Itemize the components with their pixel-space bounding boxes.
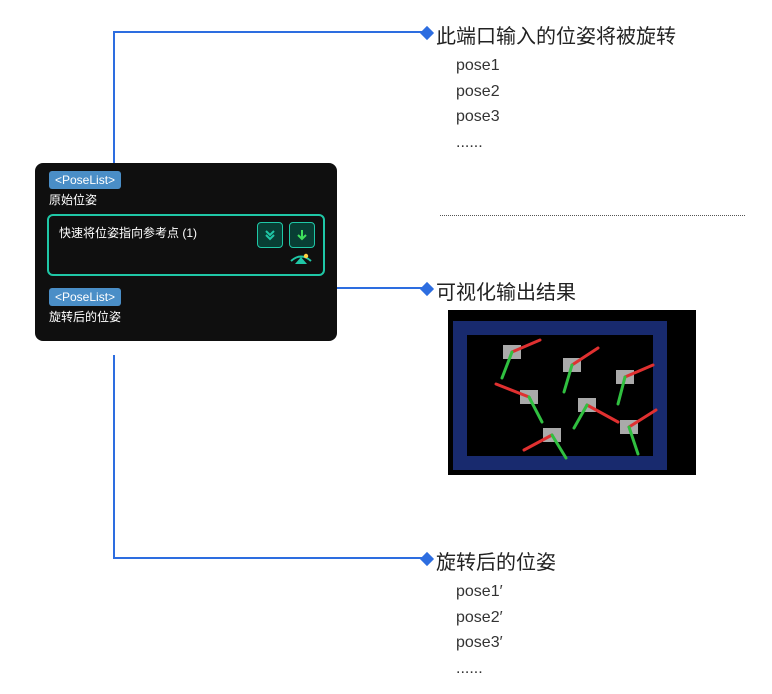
- callout-input-list: pose1 pose2 pose3 ......: [456, 53, 676, 155]
- diamond-icon: [420, 26, 434, 40]
- eye-icon: [289, 250, 313, 268]
- arrow-down-icon: [295, 228, 309, 242]
- list-item: pose3: [456, 104, 676, 130]
- diamond-icon: [420, 552, 434, 566]
- callout-output-list: pose1′ pose2′ pose3′ ......: [456, 579, 556, 681]
- list-item: pose2′: [456, 605, 556, 631]
- connector-line: [113, 31, 115, 171]
- callout-output-title: 旋转后的位姿: [436, 546, 556, 575]
- callout-visualization: 可视化输出结果: [436, 276, 576, 305]
- connector-line: [113, 557, 423, 559]
- list-item: pose1: [456, 53, 676, 79]
- visualization-image: [448, 310, 696, 475]
- diamond-icon: [420, 282, 434, 296]
- double-chevron-down-icon: [263, 228, 277, 242]
- connector-line: [113, 355, 115, 557]
- output-port-label: 旋转后的位姿: [49, 308, 337, 325]
- list-item: ......: [456, 130, 676, 156]
- list-item: pose2: [456, 79, 676, 105]
- callout-input: 此端口输入的位姿将被旋转 pose1 pose2 pose3 ......: [436, 20, 676, 155]
- step-run-button[interactable]: [289, 222, 315, 248]
- input-port-label: 原始位姿: [49, 191, 337, 208]
- list-item: pose1′: [456, 579, 556, 605]
- step-body[interactable]: 快速将位姿指向参考点 (1): [47, 214, 325, 276]
- dotted-separator: [440, 215, 745, 216]
- connector-line: [113, 31, 423, 33]
- output-port-type: <PoseList>: [49, 288, 121, 306]
- list-item: ......: [456, 656, 556, 682]
- list-item: pose3′: [456, 630, 556, 656]
- step-node: <PoseList> 原始位姿 快速将位姿指向参考点 (1): [35, 163, 337, 341]
- input-port-type: <PoseList>: [49, 171, 121, 189]
- callout-output: 旋转后的位姿 pose1′ pose2′ pose3′ ......: [436, 546, 556, 681]
- visualize-button[interactable]: [289, 250, 313, 268]
- step-collapse-button[interactable]: [257, 222, 283, 248]
- callout-input-title: 此端口输入的位姿将被旋转: [436, 20, 676, 49]
- callout-viz-title: 可视化输出结果: [436, 276, 576, 305]
